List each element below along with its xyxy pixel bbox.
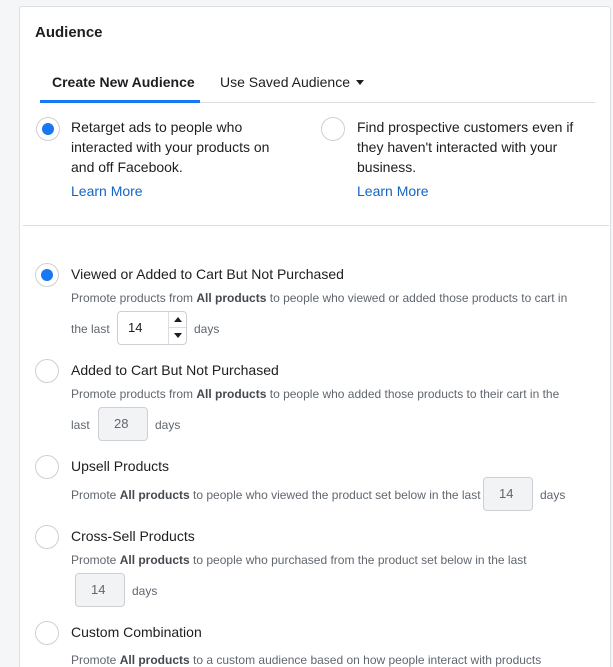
stepper-controls	[168, 312, 186, 344]
option-custom-title: Custom Combination	[71, 624, 202, 640]
added-days-value: 28	[114, 416, 129, 431]
radio-upsell[interactable]	[35, 455, 59, 479]
radio-custom-combination[interactable]	[35, 621, 59, 645]
chevron-down-icon[interactable]	[169, 328, 186, 344]
radio-cross-sell[interactable]	[35, 525, 59, 549]
option-added-description: Promote products from All products to pe…	[71, 387, 560, 401]
radio-prospect[interactable]	[321, 117, 345, 141]
prospect-learn-more-link[interactable]: Learn More	[357, 183, 429, 199]
retarget-line-3: and off Facebook.	[71, 159, 183, 175]
prospect-line-2: they haven't interacted with your	[357, 139, 558, 155]
retarget-learn-more-link[interactable]: Learn More	[71, 183, 143, 199]
retarget-line-2: interacted with your products on	[71, 139, 270, 155]
tab-use-saved-audience[interactable]: Use Saved Audience	[220, 74, 364, 90]
retarget-description: Retarget ads to people who interacted wi…	[71, 117, 269, 177]
viewed-days-unit: days	[194, 322, 220, 336]
added-days-field: 28	[98, 407, 148, 441]
viewed-days-stepper[interactable]: 14	[117, 311, 187, 345]
upsell-days-field: 14	[483, 477, 533, 511]
divider	[23, 225, 609, 226]
section-title: Audience	[35, 24, 103, 41]
audience-tabs: Create New Audience Use Saved Audience	[40, 63, 595, 103]
option-viewed-description: Promote products from All products to pe…	[71, 291, 568, 305]
crosssell-days-value: 14	[91, 582, 106, 597]
caret-down-icon	[355, 79, 364, 85]
crosssell-days-field: 14	[75, 573, 125, 607]
option-viewed-title: Viewed or Added to Cart But Not Purchase…	[71, 266, 344, 282]
option-added-title: Added to Cart But Not Purchased	[71, 362, 279, 378]
prospect-description: Find prospective customers even if they …	[357, 117, 573, 177]
active-tab-indicator	[40, 100, 200, 103]
option-crosssell-description: Promote All products to people who purch…	[71, 553, 527, 567]
radio-added-to-cart[interactable]	[35, 359, 59, 383]
audience-panel: Audience Create New Audience Use Saved A…	[19, 6, 611, 667]
option-added-line2: last	[71, 418, 90, 432]
upsell-days-unit: days	[540, 488, 566, 502]
option-upsell-title: Upsell Products	[71, 458, 170, 474]
option-custom-description: Promote All products to a custom audienc…	[71, 653, 542, 667]
option-viewed-line2: the last	[71, 322, 110, 336]
tab-create-label: Create New Audience	[52, 74, 195, 90]
option-crosssell-title: Cross-Sell Products	[71, 528, 195, 544]
added-days-unit: days	[155, 418, 181, 432]
upsell-days-value: 14	[499, 486, 514, 501]
chevron-up-icon[interactable]	[169, 312, 186, 328]
radio-retarget[interactable]	[36, 117, 60, 141]
option-upsell-description: Promote All products to people who viewe…	[71, 488, 481, 502]
viewed-days-value: 14	[128, 320, 143, 335]
prospect-line-3: business.	[357, 159, 417, 175]
prospect-line-1: Find prospective customers even if	[357, 119, 574, 135]
tab-create-new-audience[interactable]: Create New Audience	[52, 74, 195, 90]
crosssell-days-unit: days	[132, 584, 158, 598]
tab-saved-label: Use Saved Audience	[220, 74, 350, 90]
retarget-line-1: Retarget ads to people who	[71, 119, 243, 135]
radio-viewed-or-added[interactable]	[35, 263, 59, 287]
